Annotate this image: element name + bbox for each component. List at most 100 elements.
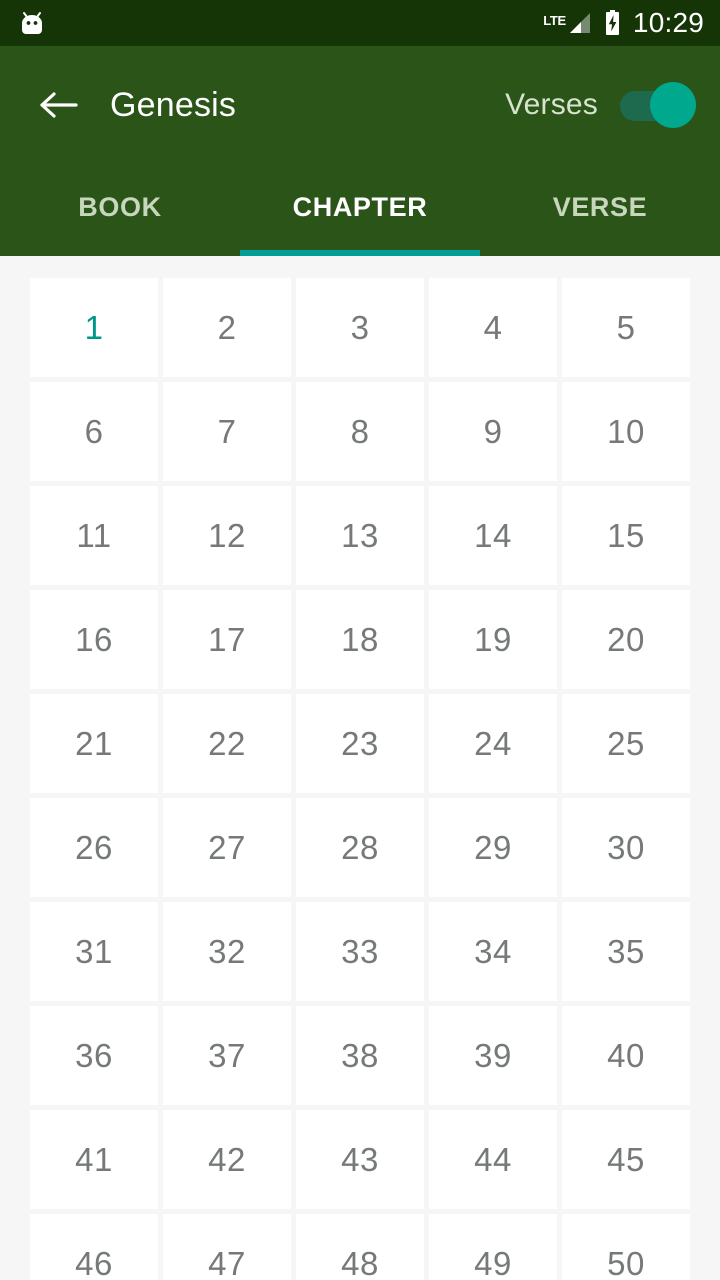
chapter-number: 30 [607, 828, 645, 866]
chapter-cell-19[interactable]: 19 [429, 590, 557, 689]
chapter-number: 11 [76, 516, 112, 554]
chapter-cell-45[interactable]: 45 [562, 1110, 690, 1209]
verses-toggle-group: Verses [505, 82, 696, 128]
chapter-cell-43[interactable]: 43 [296, 1110, 424, 1209]
chapter-number: 39 [474, 1036, 512, 1074]
chapter-cell-39[interactable]: 39 [429, 1006, 557, 1105]
chapter-cell-37[interactable]: 37 [163, 1006, 291, 1105]
chapter-number: 46 [75, 1244, 113, 1280]
chapter-cell-22[interactable]: 22 [163, 694, 291, 793]
chapter-number: 37 [208, 1036, 246, 1074]
chapter-cell-24[interactable]: 24 [429, 694, 557, 793]
chapter-cell-7[interactable]: 7 [163, 382, 291, 481]
chapter-number: 32 [208, 932, 246, 970]
chapter-number: 47 [208, 1244, 246, 1280]
chapter-cell-12[interactable]: 12 [163, 486, 291, 585]
chapter-cell-2[interactable]: 2 [163, 278, 291, 377]
chapter-cell-35[interactable]: 35 [562, 902, 690, 1001]
chapter-grid-scroll[interactable]: 1 2 3 4 5 6 7 8 9 10 11 12 13 14 15 16 17 18 19 20 21 22 23 24 2… [0, 256, 720, 1280]
chapter-cell-6[interactable]: 6 [30, 382, 158, 481]
chapter-number: 44 [474, 1140, 512, 1178]
back-button[interactable] [32, 79, 84, 131]
chapter-number: 17 [208, 620, 246, 658]
chapter-cell-47[interactable]: 47 [163, 1214, 291, 1280]
chapter-cell-5[interactable]: 5 [562, 278, 690, 377]
chapter-number: 49 [474, 1244, 512, 1280]
chapter-cell-20[interactable]: 20 [562, 590, 690, 689]
chapter-cell-27[interactable]: 27 [163, 798, 291, 897]
chapter-cell-21[interactable]: 21 [30, 694, 158, 793]
chapter-cell-36[interactable]: 36 [30, 1006, 158, 1105]
chapter-cell-30[interactable]: 30 [562, 798, 690, 897]
status-bar-right: LTE 10:29 [543, 9, 704, 37]
chapter-cell-25[interactable]: 25 [562, 694, 690, 793]
chapter-cell-49[interactable]: 49 [429, 1214, 557, 1280]
chapter-number: 24 [474, 724, 512, 762]
chapter-cell-28[interactable]: 28 [296, 798, 424, 897]
tab-bar: BOOK CHAPTER VERSE [0, 164, 720, 256]
tab-chapter[interactable]: CHAPTER [240, 164, 480, 256]
chapter-cell-32[interactable]: 32 [163, 902, 291, 1001]
chapter-cell-18[interactable]: 18 [296, 590, 424, 689]
chapter-cell-16[interactable]: 16 [30, 590, 158, 689]
chapter-cell-17[interactable]: 17 [163, 590, 291, 689]
chapter-cell-13[interactable]: 13 [296, 486, 424, 585]
chapter-cell-15[interactable]: 15 [562, 486, 690, 585]
chapter-cell-42[interactable]: 42 [163, 1110, 291, 1209]
verses-toggle-switch[interactable] [620, 82, 696, 128]
chapter-number: 35 [607, 932, 645, 970]
chapter-number: 6 [84, 412, 104, 450]
chapter-number: 38 [341, 1036, 379, 1074]
tab-book[interactable]: BOOK [0, 164, 240, 256]
chapter-cell-34[interactable]: 34 [429, 902, 557, 1001]
chapter-cell-40[interactable]: 40 [562, 1006, 690, 1105]
chapter-number: 43 [341, 1140, 379, 1178]
chapter-number: 8 [350, 412, 370, 450]
chapter-cell-9[interactable]: 9 [429, 382, 557, 481]
chapter-number: 2 [217, 308, 237, 346]
chapter-cell-50[interactable]: 50 [562, 1214, 690, 1280]
chapter-number: 28 [341, 828, 379, 866]
network-type-label: LTE [543, 13, 566, 28]
tab-label: BOOK [78, 191, 162, 222]
page-title: Genesis [110, 85, 237, 124]
chapter-number: 15 [607, 516, 645, 554]
chapter-cell-31[interactable]: 31 [30, 902, 158, 1001]
chapter-cell-33[interactable]: 33 [296, 902, 424, 1001]
status-bar-clock: 10:29 [632, 7, 704, 38]
chapter-number: 23 [341, 724, 379, 762]
chapter-number: 12 [208, 516, 246, 554]
android-robot-icon [18, 10, 46, 36]
chapter-number: 29 [474, 828, 512, 866]
chapter-cell-23[interactable]: 23 [296, 694, 424, 793]
chapter-cell-14[interactable]: 14 [429, 486, 557, 585]
tab-verse[interactable]: VERSE [480, 164, 720, 256]
chapter-cell-46[interactable]: 46 [30, 1214, 158, 1280]
chapter-number: 4 [483, 308, 503, 346]
chapter-grid: 1 2 3 4 5 6 7 8 9 10 11 12 13 14 15 16 17 18 19 20 21 22 23 24 2… [30, 278, 690, 1280]
chapter-cell-3[interactable]: 3 [296, 278, 424, 377]
chapter-cell-41[interactable]: 41 [30, 1110, 158, 1209]
chapter-cell-29[interactable]: 29 [429, 798, 557, 897]
tab-label: VERSE [552, 191, 648, 222]
chapter-number: 48 [341, 1244, 379, 1280]
chapter-number: 20 [607, 620, 645, 658]
chapter-cell-38[interactable]: 38 [296, 1006, 424, 1105]
chapter-number: 5 [616, 308, 636, 346]
back-arrow-icon [38, 89, 78, 121]
verses-label: Verses [505, 88, 598, 121]
chapter-cell-11[interactable]: 11 [30, 486, 158, 585]
chapter-number: 16 [75, 620, 113, 658]
chapter-cell-26[interactable]: 26 [30, 798, 158, 897]
chapter-number: 26 [75, 828, 113, 866]
chapter-cell-8[interactable]: 8 [296, 382, 424, 481]
chapter-cell-48[interactable]: 48 [296, 1214, 424, 1280]
chapter-number: 34 [474, 932, 512, 970]
chapter-cell-4[interactable]: 4 [429, 278, 557, 377]
chapter-number: 19 [474, 620, 512, 658]
chapter-number: 40 [607, 1036, 645, 1074]
chapter-cell-1[interactable]: 1 [30, 278, 158, 377]
battery-charging-icon [604, 10, 621, 36]
chapter-cell-10[interactable]: 10 [562, 382, 690, 481]
chapter-cell-44[interactable]: 44 [429, 1110, 557, 1209]
